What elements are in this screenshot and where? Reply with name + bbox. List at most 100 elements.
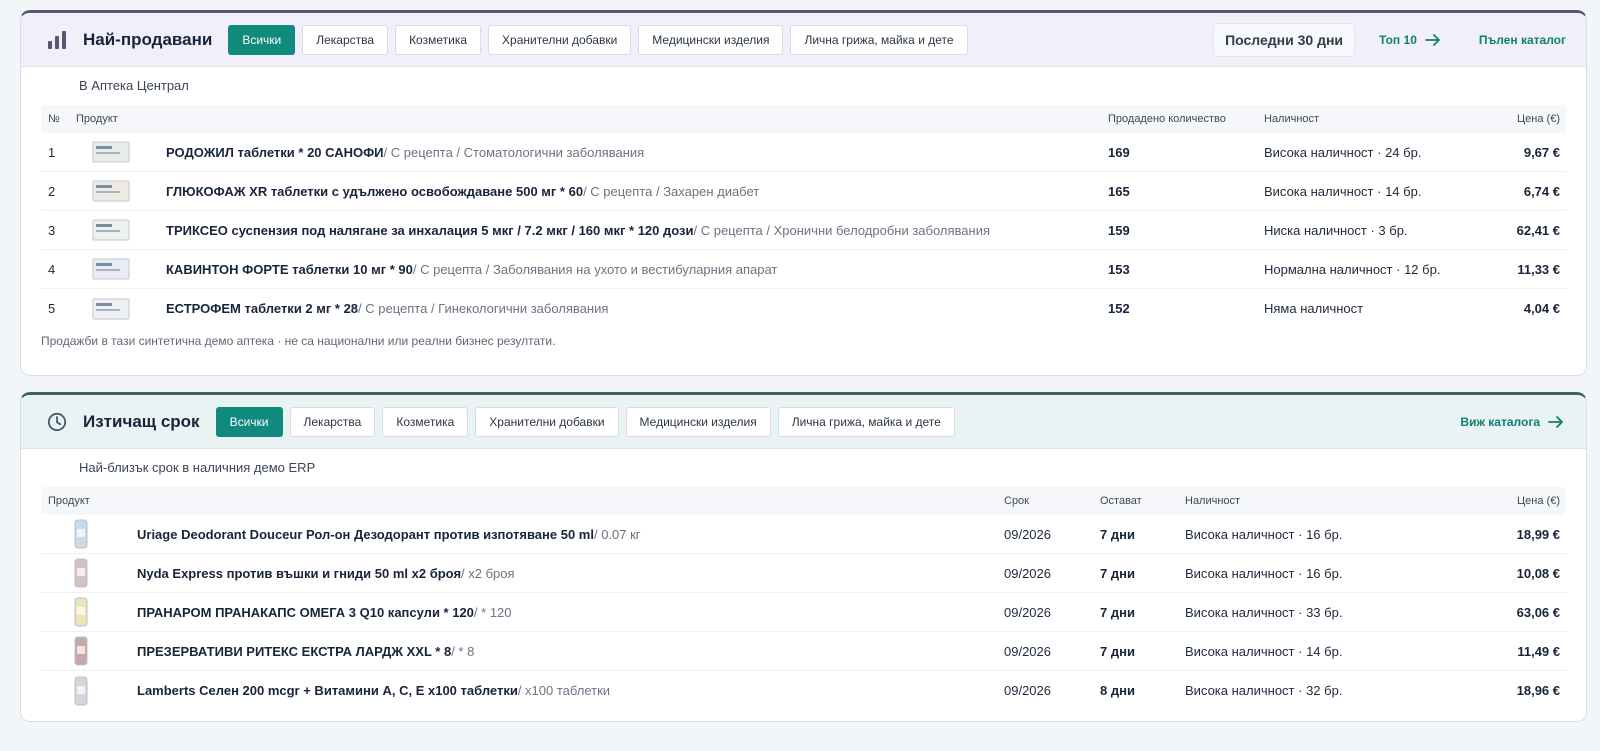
tab-category[interactable]: Лична грижа, майка и дете <box>777 406 955 437</box>
product-cell[interactable]: КАВИНТОН ФОРТЕ таблетки 10 мг * 90 / С р… <box>166 250 777 288</box>
product-cell[interactable]: ПРАНАРОМ ПРАНАКАПС ОМЕГА 3 Q10 капсули *… <box>137 593 512 631</box>
top-10-link[interactable]: Топ 10 <box>1379 33 1443 47</box>
tab-category[interactable]: Медицински изделия <box>638 24 784 55</box>
product-meta: / С рецепта / Хронични белодробни заболя… <box>693 222 991 238</box>
product-meta: / * 120 <box>473 604 512 620</box>
product-meta: / x2 броя <box>461 565 515 581</box>
days-left: 7 дни <box>1100 565 1135 581</box>
product-cell[interactable]: ГЛЮКОФАЖ XR таблетки с удължено освобожд… <box>166 172 759 210</box>
period-selector[interactable]: Последни 30 дни <box>1213 22 1356 57</box>
product-meta: / С рецепта / Стоматологични заболявания <box>383 144 645 160</box>
tab-category[interactable]: Лекарства <box>302 24 389 55</box>
table-row[interactable]: Uriage Deodorant Douceur Рол-он Дезодора… <box>41 515 1566 554</box>
table-row[interactable]: 5 ЕСТРОФЕМ таблетки 2 мг * 28 / С рецепта… <box>41 289 1566 328</box>
stock-status: Нормална наличност · 12 бр. <box>1264 261 1441 277</box>
stock-status: Няма наличност <box>1264 301 1364 316</box>
product-cell[interactable]: ЕСТРОФЕМ таблетки 2 мг * 28 / С рецепта … <box>166 289 608 328</box>
bestsellers-title: Най-продавани <box>83 29 213 49</box>
price: 63,06 € <box>1516 604 1560 620</box>
product-meta: / * 8 <box>451 643 475 659</box>
bestsellers-panel: Най-продавани Всички Лекарства Козметика Хр… <box>20 10 1587 376</box>
tab-category[interactable]: Хранителни добавки <box>488 24 632 55</box>
expiring-header: Изтичащ срок Всички Лекарства Козметика Хра… <box>21 395 1586 449</box>
tab-category[interactable]: Всички <box>215 406 283 437</box>
product-cell[interactable]: ПРЕЗЕРВАТИВИ РИТЕКС ЕКСТРА ЛАРДЖ XXL * 8… <box>137 632 474 670</box>
product-cell[interactable]: Lamberts Селен 200 mcgr + Витамини А, С,… <box>137 671 610 710</box>
product-thumbnail <box>91 133 131 171</box>
row-number: 3 <box>48 222 56 238</box>
product-thumbnail <box>91 172 131 210</box>
product-thumbnail <box>61 632 101 670</box>
product-meta: / x100 таблетки <box>517 683 611 698</box>
stock-status: Висока наличност · 33 бр. <box>1185 604 1343 620</box>
row-number: 5 <box>48 301 56 316</box>
expiring-title: Изтичащ срок <box>83 411 200 431</box>
stock-status: Висока наличност · 16 бр. <box>1185 565 1343 581</box>
col-header-product: Продукт <box>48 495 90 507</box>
full-catalog-link[interactable]: Пълен каталог <box>1479 33 1566 47</box>
table-row[interactable]: Lamberts Селен 200 mcgr + Витамини А, С,… <box>41 671 1566 710</box>
expiry-date: 09/2026 <box>1004 643 1051 659</box>
product-cell[interactable]: Uriage Deodorant Douceur Рол-он Дезодора… <box>137 515 641 553</box>
product-thumbnail <box>91 250 131 288</box>
table-row[interactable]: Nyda Express против въшки и гниди 50 ml … <box>41 554 1566 593</box>
product-name: РОДОЖИЛ таблетки * 20 САНОФИ <box>166 144 384 160</box>
clock-icon <box>45 410 69 434</box>
days-left: 7 дни <box>1100 643 1135 659</box>
price: 11,33 € <box>1517 261 1560 277</box>
row-number: 4 <box>48 261 56 277</box>
bestsellers-footnote: Продажби в тази синтетична демо аптека ·… <box>41 334 556 348</box>
price: 6,74 € <box>1523 183 1560 199</box>
table-row[interactable]: 3 ТРИКСЕО суспензия под налягане за инхал… <box>41 211 1566 250</box>
days-left: 7 дни <box>1100 526 1135 542</box>
table-row[interactable]: 4 КАВИНТОН ФОРТЕ таблетки 10 мг * 90 / С … <box>41 250 1566 289</box>
product-meta: / С рецепта / Захарен диабет <box>583 183 760 199</box>
tab-category[interactable]: Лекарства <box>289 406 376 437</box>
tab-category[interactable]: Медицински изделия <box>625 406 771 437</box>
product-cell[interactable]: ТРИКСЕО суспензия под налягане за инхала… <box>166 211 990 249</box>
product-name: ЕСТРОФЕМ таблетки 2 мг * 28 <box>166 301 359 316</box>
expiry-date: 09/2026 <box>1004 604 1051 620</box>
table-row[interactable]: ПРЕЗЕРВАТИВИ РИТЕКС ЕКСТРА ЛАРДЖ XXL * 8… <box>41 632 1566 671</box>
tab-category[interactable]: Козметика <box>395 24 482 55</box>
sold-quantity: 159 <box>1108 222 1130 238</box>
col-header-expiry: Срок <box>1004 495 1029 507</box>
bestsellers-header: Най-продавани Всички Лекарства Козметика Хр… <box>21 13 1586 67</box>
product-cell[interactable]: РОДОЖИЛ таблетки * 20 САНОФИ / С рецепта… <box>166 133 644 171</box>
table-header: Продукт Срок Остават Наличност Цена (€) <box>41 487 1566 515</box>
col-header-price: Цена (€) <box>1517 113 1560 125</box>
stock-status: Висока наличност · 24 бр. <box>1264 144 1422 160</box>
product-name: ПРЕЗЕРВАТИВИ РИТЕКС ЕКСТРА ЛАРДЖ XXL * 8 <box>137 643 452 659</box>
view-catalog-link[interactable]: Виж каталога <box>1460 415 1566 429</box>
product-thumbnail <box>61 593 101 631</box>
bestsellers-subtitle: В Аптека Централ <box>79 78 189 93</box>
expiring-table: Продукт Срок Остават Наличност Цена (€) … <box>41 487 1566 710</box>
bestsellers-category-tabs: Всички Лекарства Козметика Хранителни добав… <box>228 24 968 55</box>
tab-category[interactable]: Всички <box>228 24 296 55</box>
product-cell[interactable]: Nyda Express против въшки и гниди 50 ml … <box>137 554 515 592</box>
price: 62,41 € <box>1516 222 1560 238</box>
expiry-date: 09/2026 <box>1004 683 1051 698</box>
row-number: 2 <box>48 183 56 199</box>
price: 10,08 € <box>1516 565 1560 581</box>
sold-quantity: 153 <box>1108 261 1130 277</box>
col-header-price: Цена (€) <box>1517 495 1560 507</box>
col-header-days-left: Остават <box>1100 495 1142 507</box>
table-row[interactable]: 2 ГЛЮКОФАЖ XR таблетки с удължено освобож… <box>41 172 1566 211</box>
tab-category[interactable]: Козметика <box>382 406 469 437</box>
product-thumbnail <box>61 554 101 592</box>
tab-category[interactable]: Хранителни добавки <box>475 406 619 437</box>
bestsellers-table: № Продукт Продадено количество Наличност… <box>41 105 1566 328</box>
product-thumbnail <box>91 211 131 249</box>
table-row[interactable]: 1 РОДОЖИЛ таблетки * 20 САНОФИ / С рецепт… <box>41 133 1566 172</box>
stock-status: Висока наличност · 32 бр. <box>1185 683 1343 698</box>
price: 18,96 € <box>1516 683 1560 698</box>
row-number: 1 <box>48 144 56 160</box>
table-row[interactable]: ПРАНАРОМ ПРАНАКАПС ОМЕГА 3 Q10 капсули *… <box>41 593 1566 632</box>
expiry-date: 09/2026 <box>1004 526 1051 542</box>
arrow-right-icon <box>1424 33 1440 46</box>
stock-status: Висока наличност · 14 бр. <box>1185 643 1343 659</box>
table-header: № Продукт Продадено количество Наличност… <box>41 105 1566 133</box>
product-name: ТРИКСЕО суспензия под налягане за инхала… <box>166 222 694 238</box>
tab-category[interactable]: Лична грижа, майка и дете <box>790 24 968 55</box>
